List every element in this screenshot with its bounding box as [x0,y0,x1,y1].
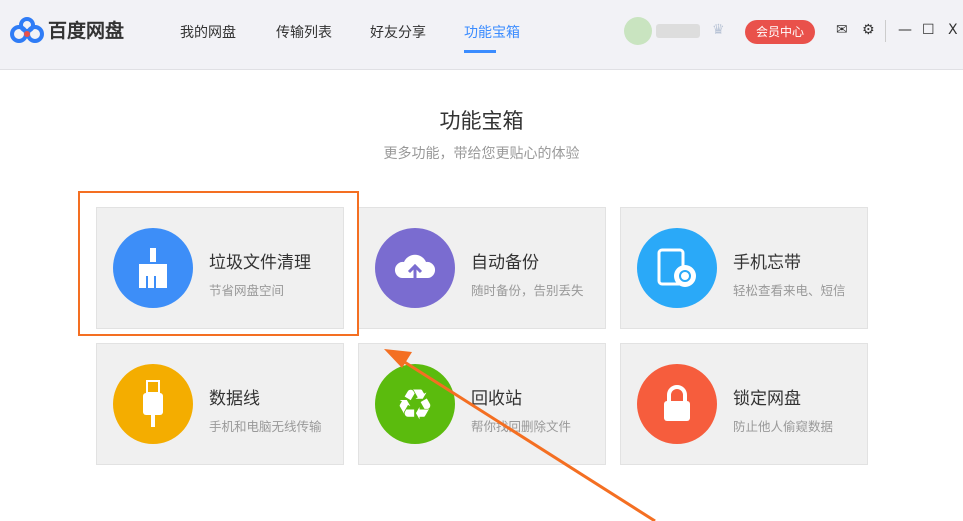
annotation-arrow [384,349,656,521]
